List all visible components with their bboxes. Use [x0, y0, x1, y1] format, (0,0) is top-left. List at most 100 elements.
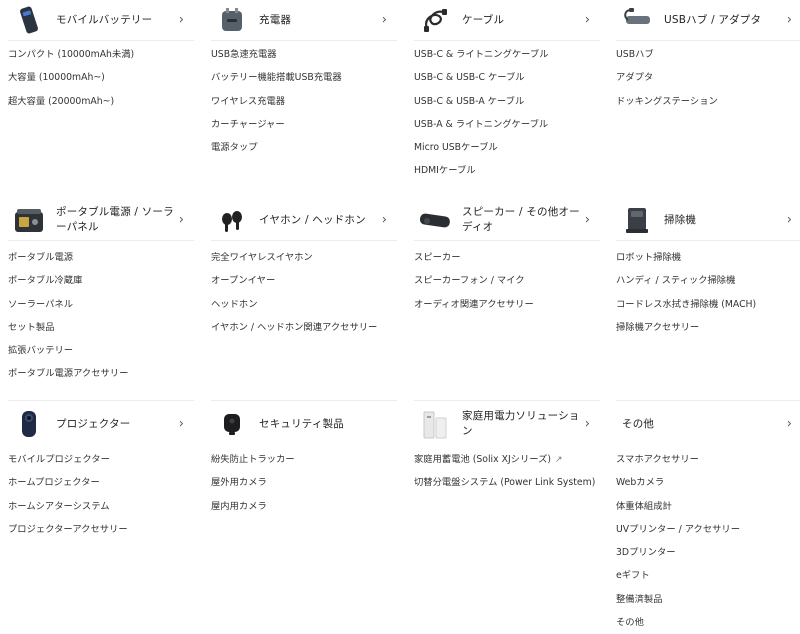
- menu-link[interactable]: セット製品: [8, 322, 194, 334]
- menu-link[interactable]: ポータブル冷蔵庫: [8, 275, 194, 287]
- divider: [616, 240, 800, 241]
- menu-link[interactable]: ドッキングステーション: [616, 96, 800, 108]
- menu-link[interactable]: 体重体組成計: [616, 501, 800, 513]
- chevron-right-icon[interactable]: ›: [585, 13, 590, 28]
- menu-link[interactable]: スピーカー: [414, 252, 600, 264]
- category-header[interactable]: セキュリティ製品 ›: [211, 404, 397, 444]
- chevron-right-icon[interactable]: ›: [382, 13, 387, 28]
- chevron-right-icon[interactable]: ›: [382, 213, 387, 228]
- menu-link[interactable]: HDMIケーブル: [414, 165, 600, 177]
- menu-link[interactable]: ヘッドホン: [211, 299, 397, 311]
- menu-link[interactable]: 大容量 (10000mAh~): [8, 72, 194, 84]
- menu-link[interactable]: コードレス水拭き掃除機 (MACH): [616, 299, 800, 311]
- menu-link[interactable]: オープンイヤー: [211, 275, 397, 287]
- menu-link[interactable]: USB-C & USB-C ケーブル: [414, 72, 600, 84]
- divider: [414, 240, 600, 241]
- category-header[interactable]: 掃除機 ›: [616, 200, 800, 240]
- chevron-right-icon[interactable]: ›: [787, 417, 792, 432]
- chevron-right-icon[interactable]: ›: [179, 417, 184, 432]
- menu-link[interactable]: 切替分電盤システム (Power Link System): [414, 477, 600, 489]
- category-vacuum: 掃除機 › ロボット掃除機 ハンディ / スティック掃除機 コードレス水拭き掃除…: [616, 200, 800, 345]
- menu-link[interactable]: Webカメラ: [616, 477, 800, 489]
- menu-link[interactable]: 屋内用カメラ: [211, 501, 397, 513]
- divider: [211, 240, 397, 241]
- menu-link[interactable]: 電源タップ: [211, 142, 397, 154]
- category-home-power: 家庭用電力ソリューション › 家庭用蓄電池 (Solix XJシリーズ) ↗ 切替…: [414, 400, 600, 501]
- menu-link[interactable]: ポータブル電源アクセサリー: [8, 368, 194, 380]
- category-title: その他: [622, 417, 655, 430]
- category-header[interactable]: モバイルバッテリー ›: [8, 0, 194, 40]
- category-header[interactable]: USBハブ / アダプタ ›: [616, 0, 800, 40]
- category-header[interactable]: 家庭用電力ソリューション ›: [414, 404, 600, 444]
- category-other: その他 › スマホアクセサリー Webカメラ 体重体組成計 UVプリンター / …: [616, 400, 800, 634]
- menu-link[interactable]: USBハブ: [616, 49, 800, 61]
- category-header[interactable]: イヤホン / ヘッドホン ›: [211, 200, 397, 240]
- menu-link[interactable]: USB-C & ライトニングケーブル: [414, 49, 600, 61]
- menu-link[interactable]: スマホアクセサリー: [616, 454, 800, 466]
- divider: [8, 400, 194, 401]
- menu-link[interactable]: 拡張バッテリー: [8, 345, 194, 357]
- menu-link[interactable]: プロジェクターアクセサリー: [8, 524, 194, 536]
- chevron-right-icon[interactable]: ›: [179, 213, 184, 228]
- menu-link[interactable]: 完全ワイヤレスイヤホン: [211, 252, 397, 264]
- category-header[interactable]: スピーカー / その他オーディオ ›: [414, 200, 600, 240]
- menu-link[interactable]: オーディオ関連アクセサリー: [414, 299, 600, 311]
- menu-link[interactable]: ワイヤレス充電器: [211, 96, 397, 108]
- category-title: 充電器: [259, 13, 292, 26]
- category-header[interactable]: プロジェクター ›: [8, 404, 194, 444]
- divider: [616, 40, 800, 41]
- security-camera-icon: [215, 407, 249, 441]
- menu-link[interactable]: ホームシアターシステム: [8, 501, 194, 513]
- menu-link[interactable]: Micro USBケーブル: [414, 142, 600, 154]
- menu-link[interactable]: UVプリンター / アクセサリー: [616, 524, 800, 536]
- earbuds-icon: [215, 203, 249, 237]
- menu-link-label[interactable]: 家庭用蓄電池 (Solix XJシリーズ): [414, 454, 551, 465]
- menu-link[interactable]: その他: [616, 617, 800, 629]
- menu-link[interactable]: ロボット掃除機: [616, 252, 800, 264]
- menu-link[interactable]: 超大容量 (20000mAh~): [8, 96, 194, 108]
- menu-link[interactable]: 掃除機アクセサリー: [616, 322, 800, 334]
- charger-icon: [215, 3, 249, 37]
- chevron-right-icon[interactable]: ›: [585, 417, 590, 432]
- category-charger: 充電器 › USB急速充電器 バッテリー機能搭載USB充電器 ワイヤレス充電器 …: [211, 0, 397, 165]
- menu-link[interactable]: USB-A & ライトニングケーブル: [414, 119, 600, 131]
- portable-power-icon: [12, 203, 46, 237]
- menu-link[interactable]: 紛失防止トラッカー: [211, 454, 397, 466]
- menu-link[interactable]: ポータブル電源: [8, 252, 194, 264]
- chevron-right-icon[interactable]: ›: [787, 13, 792, 28]
- category-header[interactable]: ケーブル ›: [414, 0, 600, 40]
- chevron-right-icon[interactable]: ›: [585, 213, 590, 228]
- category-earphones: イヤホン / ヘッドホン › 完全ワイヤレスイヤホン オープンイヤー ヘッドホン…: [211, 200, 397, 345]
- menu-link[interactable]: カーチャージャー: [211, 119, 397, 131]
- category-speaker: スピーカー / その他オーディオ › スピーカー スピーカーフォン / マイク …: [414, 200, 600, 322]
- menu-link[interactable]: コンパクト (10000mAh未満): [8, 49, 194, 61]
- divider: [414, 400, 600, 401]
- menu-link[interactable]: イヤホン / ヘッドホン関連アクセサリー: [211, 322, 397, 334]
- category-header[interactable]: その他 ›: [616, 404, 800, 444]
- menu-link[interactable]: 家庭用蓄電池 (Solix XJシリーズ) ↗: [414, 454, 600, 466]
- menu-link[interactable]: ソーラーパネル: [8, 299, 194, 311]
- chevron-right-icon[interactable]: ›: [179, 13, 184, 28]
- menu-link[interactable]: ホームプロジェクター: [8, 477, 194, 489]
- menu-link[interactable]: スピーカーフォン / マイク: [414, 275, 600, 287]
- menu-link[interactable]: 3Dプリンター: [616, 547, 800, 559]
- menu-link[interactable]: ハンディ / スティック掃除機: [616, 275, 800, 287]
- category-title: 掃除機: [664, 213, 697, 226]
- menu-link[interactable]: モバイルプロジェクター: [8, 454, 194, 466]
- menu-link[interactable]: バッテリー機能搭載USB充電器: [211, 72, 397, 84]
- menu-link[interactable]: アダプタ: [616, 72, 800, 84]
- chevron-right-icon[interactable]: ›: [787, 213, 792, 228]
- category-title: USBハブ / アダプタ: [664, 13, 762, 26]
- menu-link[interactable]: eギフト: [616, 570, 800, 582]
- menu-link[interactable]: 屋外用カメラ: [211, 477, 397, 489]
- category-header[interactable]: ポータブル電源 / ソーラーパネル ›: [8, 200, 194, 240]
- category-title: ポータブル電源 / ソーラーパネル: [56, 206, 174, 233]
- cable-icon: [418, 3, 452, 37]
- divider: [8, 240, 194, 241]
- category-header[interactable]: 充電器 ›: [211, 0, 397, 40]
- category-security: セキュリティ製品 › 紛失防止トラッカー 屋外用カメラ 屋内用カメラ: [211, 400, 397, 524]
- menu-link[interactable]: 整備済製品: [616, 594, 800, 606]
- menu-link[interactable]: USB-C & USB-A ケーブル: [414, 96, 600, 108]
- external-link-icon: ↗: [555, 455, 563, 465]
- menu-link[interactable]: USB急速充電器: [211, 49, 397, 61]
